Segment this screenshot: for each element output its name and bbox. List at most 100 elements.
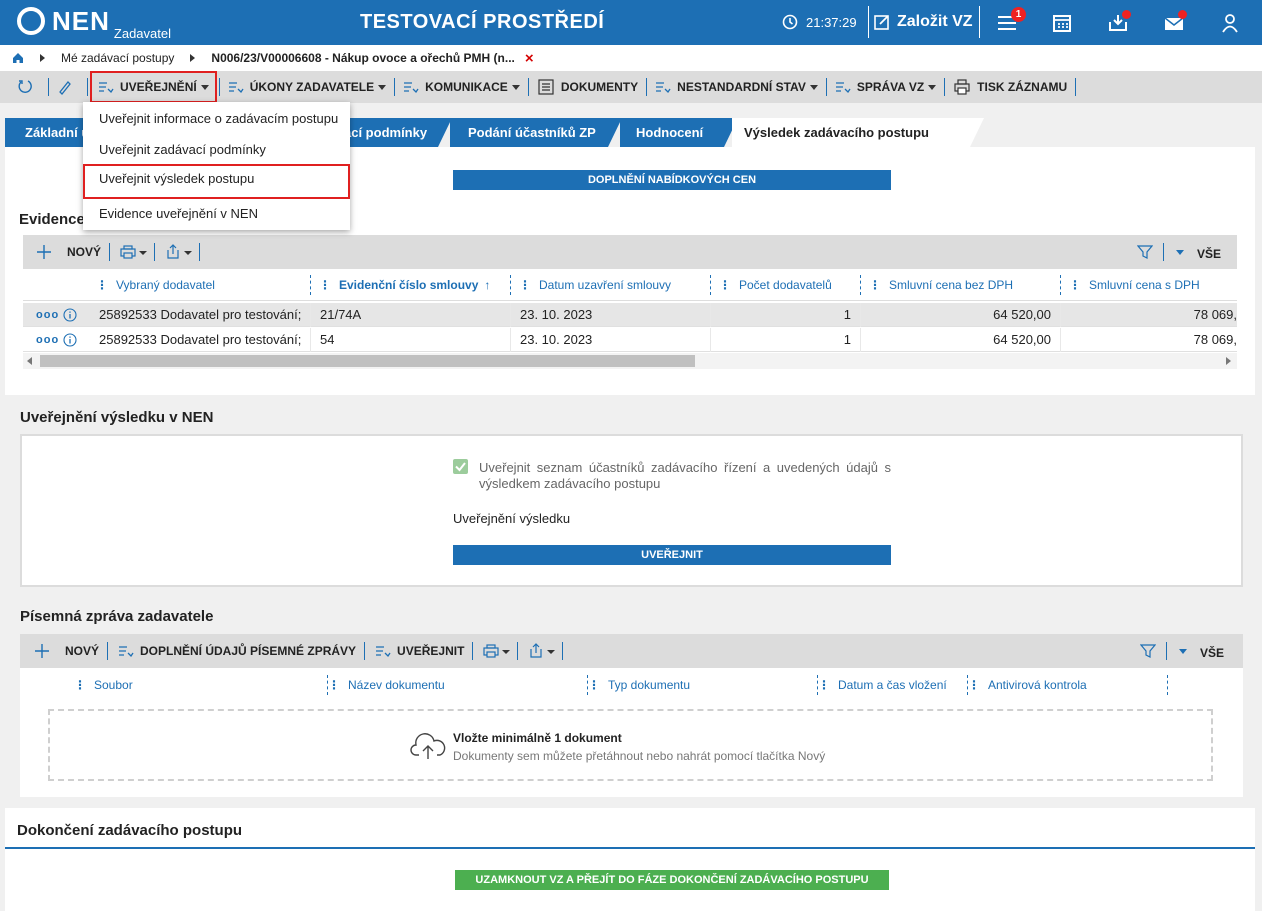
refresh-icon [18,80,32,93]
plus-icon[interactable] [35,243,53,261]
column-separator [1167,675,1168,695]
action-toolbar: UVEŘEJNĚNÍ ÚKONY ZADAVATELE KOMUNIKACE D… [0,71,1262,103]
home-icon[interactable] [12,52,24,64]
lock-and-proceed-button[interactable]: UZAMKNOUT VZ A PŘEJÍT DO FÁZE DOKONČENÍ … [455,870,889,890]
column-header-document-name[interactable]: ⋮ Název dokumentu [320,669,580,701]
nonstandard-state-label: NESTANDARDNÍ STAV [677,80,806,94]
print-record-label: TISK ZÁZNAMU [977,80,1068,94]
documents-label: DOKUMENTY [560,80,639,94]
print-dropdown-icon[interactable] [120,244,148,260]
menu-item-publication-records[interactable]: Evidence uveřejnění v NEN [83,199,350,229]
pencil-icon [59,81,71,95]
user-icon[interactable] [1217,10,1243,36]
cell-contract-date: 23. 10. 2023 [520,307,593,322]
breadcrumb-item-current[interactable]: N006/23/V00006608 - Nákup ovoce a ořechů… [211,51,514,65]
list-arrow-icon [119,646,134,658]
publish-result-title: Uveřejnění výsledku v NEN [20,409,214,426]
tab-evaluation[interactable]: Hodnocení [620,118,738,147]
caret-down-icon[interactable] [1178,648,1188,656]
toolbar-separator [562,642,564,660]
export-dropdown-icon[interactable] [165,244,193,260]
logo-text: NEN [52,6,110,36]
caret-down-icon[interactable] [1175,249,1185,257]
column-header-contract-number[interactable]: ⋮ Evidenční číslo smlouvy ↑ [311,269,511,301]
menu-item-publish-result[interactable]: Uveřejnit výsledek postupu [83,164,350,199]
create-contract-button[interactable]: Založit VZ [868,6,980,38]
list-arrow-icon [835,82,851,94]
grid-view-all[interactable]: VŠE [1197,247,1221,261]
menu-item-publish-conditions[interactable]: Uveřejnit zadávací podmínky [83,135,350,165]
publish-participants-label: Uveřejnit seznam účastníků zadávacího ří… [479,460,891,491]
export-dropdown-icon[interactable] [528,643,556,659]
report-publish-label: UVEŘEJNIT [397,644,465,658]
info-icon[interactable] [63,308,77,322]
cell-divider [310,303,311,327]
nen-logo[interactable]: NEN Zadavatel [16,6,171,41]
print-dropdown-icon[interactable] [483,643,511,659]
scroll-left-icon[interactable] [27,357,33,365]
complete-bid-prices-button[interactable]: DOPLNĚNÍ NABÍDKOVÝCH CEN [453,170,891,190]
publish-button[interactable]: UVEŘEJNIT [453,545,891,565]
filter-icon[interactable] [1140,643,1156,659]
menu-item-publish-procedure-info[interactable]: Uveřejnit informace o zadávacím postupu [83,104,350,134]
column-header-file[interactable]: ⋮ Soubor [66,669,316,701]
caret-down-icon [809,84,818,90]
plus-icon[interactable] [33,642,51,660]
breadcrumb-close-icon[interactable]: × [525,50,534,67]
refresh-button[interactable] [0,75,46,99]
column-header-supplier[interactable]: ⋮ Vybraný dodavatel [88,269,308,301]
filter-icon[interactable] [1137,244,1153,260]
caret-down-icon [928,84,937,90]
breadcrumb-item-my-procedures[interactable]: Mé zadávací postupy [61,51,174,65]
calendar-icon[interactable] [1049,10,1075,36]
print-record-button[interactable]: TISK ZÁZNAMU [947,75,1073,99]
toolbar-separator [107,642,109,660]
scroll-right-icon[interactable] [1225,357,1231,365]
upload-title: Vložte minimálně 1 dokument [453,731,622,745]
documents-button[interactable]: DOKUMENTY [531,75,644,99]
document-dropzone[interactable]: Vložte minimálně 1 dokument Dokumenty se… [48,709,1213,781]
table-row[interactable]: ooo 25892533 Dodavatel pro testování; 54… [23,328,1237,352]
scrollbar-thumb[interactable] [40,355,695,367]
toolbar-separator [944,78,946,96]
column-header-upload-date[interactable]: ⋮ Datum a čas vložení [810,669,970,701]
report-new-button[interactable]: NOVÝ [65,644,99,658]
grid-new-button[interactable]: NOVÝ [67,245,101,259]
contract-management-button[interactable]: SPRÁVA VZ [829,75,942,99]
nonstandard-state-button[interactable]: NESTANDARDNÍ STAV [649,75,824,99]
tab-result[interactable]: Výsledek zadávacího postupu [732,118,984,147]
row-actions-icon[interactable]: ooo [36,303,59,327]
complete-report-data-button[interactable]: DOPLNĚNÍ ÚDAJŮ PÍSEMNÉ ZPRÁVY [118,644,356,658]
toolbar-separator [1166,642,1167,660]
table-row[interactable]: ooo 25892533 Dodavatel pro testování; 21… [23,303,1237,327]
row-actions-icon[interactable]: ooo [36,328,59,352]
inbox-alert-dot [1122,10,1131,19]
checkbox-checked-icon[interactable] [453,459,468,474]
communication-button[interactable]: KOMUNIKACE [397,75,526,99]
session-timer: 21:37:29 [782,14,857,30]
cell-supplier-count: 1 [843,307,851,322]
create-contract-label: Založit VZ [897,13,973,30]
breadcrumb-arrow-icon [190,54,196,62]
publish-menu-button[interactable]: UVEŘEJNĚNÍ [90,71,217,103]
clock-icon [782,14,798,30]
toolbar-separator [218,78,220,96]
tab-submissions[interactable]: Podání účastníků ZP [450,118,622,147]
column-header-price-with-vat[interactable]: ⋮ Smluvní cena s DPH [1061,269,1237,301]
info-icon[interactable] [63,333,77,347]
breadcrumb-arrow-icon [40,54,45,62]
column-header-price-without-vat[interactable]: ⋮ Smluvní cena bez DPH [861,269,1061,301]
column-header-antivirus[interactable]: ⋮ Antivirová kontrola [960,669,1160,701]
edit-button[interactable] [51,75,85,99]
sort-ascending-icon: ↑ [484,277,491,292]
mail-alert-dot [1178,10,1187,19]
report-publish-button[interactable]: UVEŘEJNIT [375,644,464,658]
horizontal-scrollbar[interactable] [23,353,1237,369]
column-header-document-type[interactable]: ⋮ Typ dokumentu [580,669,820,701]
column-header-contract-date[interactable]: ⋮ Datum uzavření smlouvy [511,269,711,301]
report-view-all[interactable]: VŠE [1200,646,1224,660]
section-divider [5,847,1255,849]
column-header-supplier-count[interactable]: ⋮ Počet dodavatelů [711,269,859,301]
written-report-title: Písemná zpráva zadavatele [20,608,214,625]
contracting-actions-button[interactable]: ÚKONY ZADAVATELE [222,75,392,99]
